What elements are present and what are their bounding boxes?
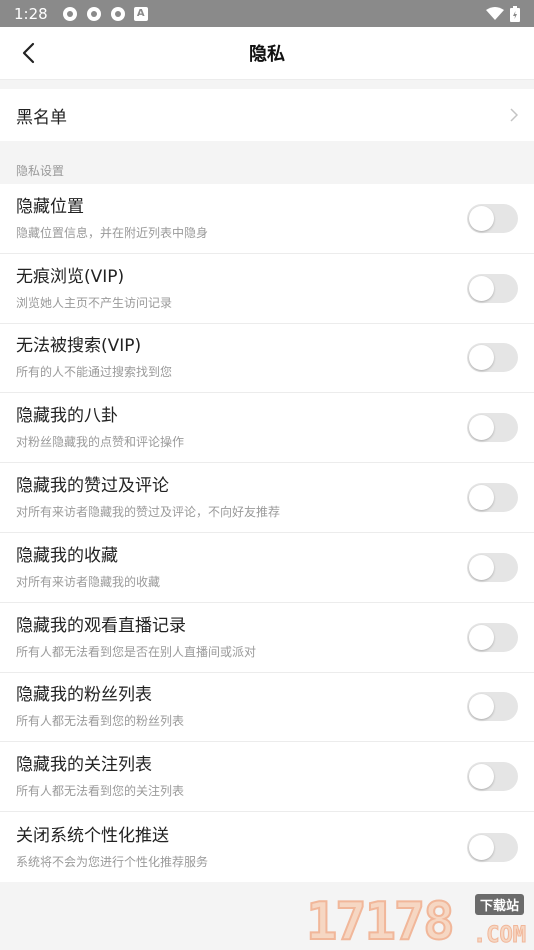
- setting-toggle[interactable]: [467, 413, 518, 443]
- blacklist-row[interactable]: 黑名单: [0, 89, 534, 141]
- setting-title: 隐藏我的粉丝列表: [16, 685, 152, 706]
- setting-title: 隐藏我的关注列表: [16, 755, 152, 776]
- setting-subtitle: 隐藏位置信息，并在附近列表中隐身: [16, 225, 209, 240]
- watermark-com: .COM: [473, 923, 527, 949]
- setting-toggle[interactable]: [467, 832, 518, 862]
- toggle-knob: [469, 554, 494, 580]
- setting-row: 隐藏我的八卦对粉丝隐藏我的点赞和评论操作: [0, 393, 534, 464]
- setting-subtitle: 所有的人不能通过搜索找到您: [16, 365, 173, 380]
- a-notification-icon: A: [133, 6, 148, 21]
- setting-toggle[interactable]: [467, 203, 518, 233]
- setting-texts: 隐藏我的收藏对所有来访者隐藏我的收藏: [16, 545, 160, 590]
- watermark-digits: 17178: [305, 891, 456, 950]
- setting-title: 无痕浏览(VIP): [16, 266, 125, 287]
- header: 隐私: [0, 27, 534, 80]
- toggle-knob: [469, 275, 494, 301]
- toggle-knob: [469, 345, 494, 371]
- setting-toggle[interactable]: [467, 622, 518, 652]
- setting-texts: 隐藏我的赞过及评论对所有来访者隐藏我的赞过及评论，不向好友推荐: [16, 475, 280, 520]
- setting-subtitle: 浏览她人主页不产生访问记录: [16, 295, 173, 310]
- setting-title: 无法被搜索(VIP): [16, 336, 142, 357]
- setting-title: 隐藏我的收藏: [16, 545, 118, 566]
- setting-texts: 隐藏位置隐藏位置信息，并在附近列表中隐身: [16, 196, 208, 241]
- setting-toggle[interactable]: [467, 273, 518, 303]
- toggle-knob: [469, 205, 494, 231]
- watermark-logo: 17178 下载站 .COM: [305, 888, 528, 950]
- back-button[interactable]: [14, 39, 42, 67]
- setting-title: 关闭系统个性化推送: [16, 825, 169, 846]
- setting-subtitle: 对所有来访者隐藏我的收藏: [16, 574, 161, 589]
- setting-texts: 隐藏我的八卦对粉丝隐藏我的点赞和评论操作: [16, 405, 184, 450]
- setting-toggle[interactable]: [467, 483, 518, 513]
- setting-subtitle: 对粉丝隐藏我的点赞和评论操作: [16, 435, 185, 450]
- wifi-icon: [486, 6, 504, 20]
- setting-subtitle: 所有人都无法看到您的关注列表: [16, 784, 185, 799]
- status-time: 1:28: [14, 4, 48, 23]
- setting-subtitle: 所有人都无法看到您的粉丝列表: [16, 714, 185, 729]
- section-label: 隐私设置: [0, 141, 534, 184]
- setting-row: 无痕浏览(VIP) 浏览她人主页不产生访问记录: [0, 254, 534, 324]
- setting-subtitle: 对所有来访者隐藏我的赞过及评论，不向好友推荐: [16, 505, 281, 520]
- setting-row: 隐藏我的赞过及评论对所有来访者隐藏我的赞过及评论，不向好友推荐: [0, 463, 534, 533]
- toggle-knob: [469, 415, 494, 441]
- setting-row: 隐藏位置隐藏位置信息，并在附近列表中隐身: [0, 184, 534, 254]
- setting-texts: 无法被搜索(VIP) 所有的人不能通过搜索找到您: [16, 335, 172, 380]
- page-title: 隐私: [249, 44, 285, 65]
- setting-row: 隐藏我的收藏对所有来访者隐藏我的收藏: [0, 533, 534, 603]
- setting-row: 隐藏我的粉丝列表所有人都无法看到您的粉丝列表: [0, 673, 534, 743]
- setting-toggle[interactable]: [467, 692, 518, 722]
- chevron-right-icon: [510, 108, 518, 122]
- notification-icon: [86, 6, 101, 21]
- setting-row: 无法被搜索(VIP) 所有的人不能通过搜索找到您: [0, 324, 534, 394]
- battery-icon: [510, 5, 520, 22]
- setting-texts: 关闭系统个性化推送系统将不会为您进行个性化推荐服务: [16, 825, 208, 870]
- status-bar: 1:28 A: [0, 0, 534, 27]
- blacklist-label: 黑名单: [16, 107, 67, 128]
- setting-subtitle: 所有人都无法看到您是否在别人直播间或派对: [16, 644, 257, 659]
- setting-title: 隐藏我的八卦: [16, 406, 118, 427]
- notification-icon: [62, 6, 77, 21]
- setting-row: 隐藏我的关注列表所有人都无法看到您的关注列表: [0, 742, 534, 813]
- back-arrow-icon: [22, 42, 35, 64]
- toggle-knob: [469, 764, 494, 790]
- toggle-knob: [469, 624, 494, 650]
- setting-subtitle: 系统将不会为您进行个性化推荐服务: [16, 854, 209, 869]
- setting-toggle[interactable]: [467, 762, 518, 792]
- setting-toggle[interactable]: [467, 343, 518, 373]
- setting-toggle[interactable]: [467, 552, 518, 582]
- setting-texts: 隐藏我的粉丝列表所有人都无法看到您的粉丝列表: [16, 684, 184, 729]
- toggle-knob: [469, 834, 494, 860]
- privacy-settings-list: 隐藏位置隐藏位置信息，并在附近列表中隐身无痕浏览(VIP) 浏览她人主页不产生访问…: [0, 184, 534, 882]
- notification-icon: [110, 6, 125, 21]
- setting-row: 隐藏我的观看直播记录所有人都无法看到您是否在别人直播间或派对: [0, 603, 534, 673]
- toggle-knob: [469, 485, 494, 511]
- setting-title: 隐藏位置: [16, 196, 84, 217]
- setting-title: 隐藏我的观看直播记录: [16, 615, 186, 636]
- setting-texts: 无痕浏览(VIP) 浏览她人主页不产生访问记录: [16, 266, 172, 311]
- watermark-badge: 下载站: [474, 894, 524, 915]
- setting-texts: 隐藏我的观看直播记录所有人都无法看到您是否在别人直播间或派对: [16, 615, 256, 660]
- setting-texts: 隐藏我的关注列表所有人都无法看到您的关注列表: [16, 754, 184, 799]
- setting-title: 隐藏我的赞过及评论: [16, 476, 169, 497]
- setting-row: 关闭系统个性化推送系统将不会为您进行个性化推荐服务: [0, 812, 534, 882]
- toggle-knob: [469, 694, 494, 720]
